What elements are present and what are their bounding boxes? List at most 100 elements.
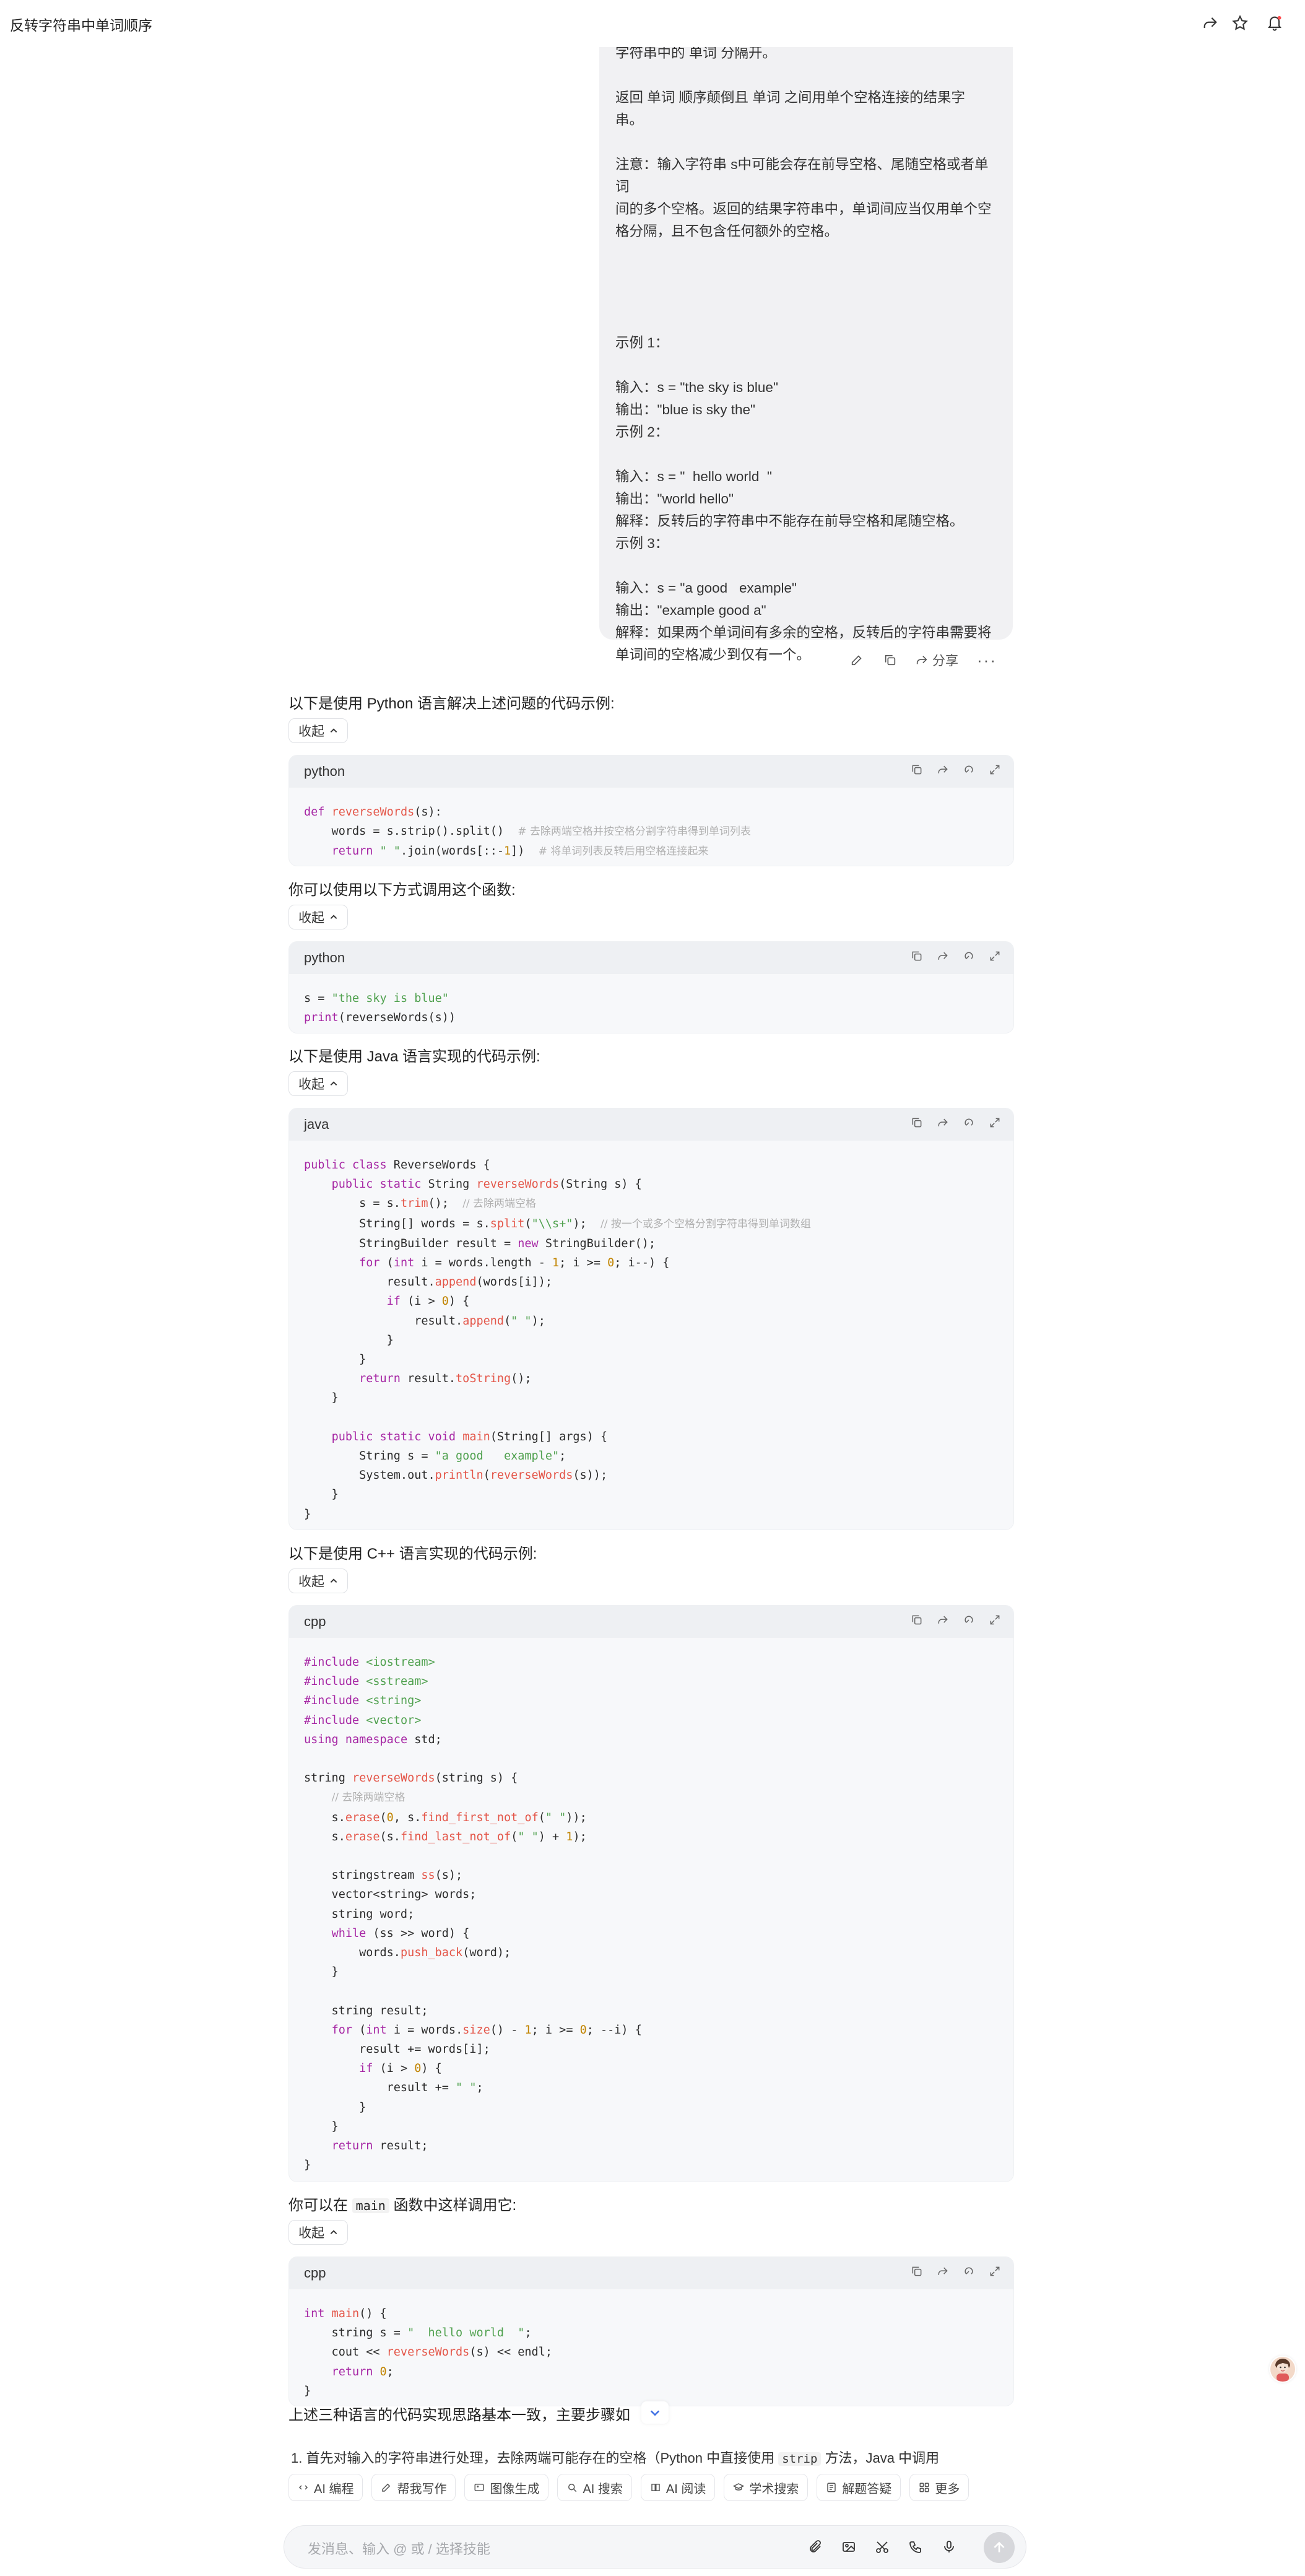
insert-code-icon[interactable]: [937, 2265, 949, 2278]
code-block-python-2: python s = "the sky is blue" print(rever…: [288, 941, 1014, 1033]
code-header: java: [289, 1108, 1013, 1141]
insert-code-icon[interactable]: [937, 1613, 949, 1627]
grid-icon: [919, 2482, 929, 2492]
arrow-up-icon: [994, 2541, 1005, 2552]
chat-scroll-area[interactable]: 字符串中的 单词 分隔开。 返回 单词 顺序颠倒且 单词 之间用单个空格连接的结…: [0, 47, 1305, 2462]
collapse-label: 收起: [298, 2226, 324, 2240]
code-language: python: [304, 950, 345, 965]
expand-icon[interactable]: [989, 2265, 1001, 2278]
reply-paragraph-java-intro: 以下是使用 Java 语言实现的代码示例:: [288, 1048, 540, 1065]
user-message-line: [615, 265, 997, 287]
share-message-button[interactable]: 分享: [915, 651, 958, 669]
skill-chip[interactable]: AI 编程: [288, 2474, 363, 2501]
skill-chip-label: 帮我写作: [397, 2482, 447, 2496]
code-header: cpp: [289, 1606, 1013, 1638]
run-code-icon[interactable]: [963, 763, 975, 777]
expand-icon[interactable]: [989, 949, 1001, 963]
run-code-icon[interactable]: [963, 1613, 975, 1627]
message-input-bar[interactable]: 发消息、输入 @ 或 / 选择技能: [284, 2525, 1026, 2569]
code-block-cpp-1: cpp #include <iostream> #include <sstrea…: [288, 1605, 1014, 2182]
scroll-down-button[interactable]: [641, 2401, 669, 2424]
user-message-line: 输出："world hello": [615, 491, 734, 507]
user-message-line: 示例 1：: [615, 335, 669, 350]
skill-chip[interactable]: AI 搜索: [557, 2474, 632, 2501]
search-icon: [568, 2484, 577, 2492]
collapse-button[interactable]: 收起: [288, 905, 348, 929]
run-code-icon[interactable]: [963, 949, 975, 963]
skill-chip-label: 解题答疑: [842, 2482, 892, 2496]
star-icon[interactable]: [1228, 11, 1252, 35]
chevron-up-icon: [330, 915, 337, 919]
skill-chip[interactable]: 学术搜索: [724, 2474, 809, 2501]
code-content[interactable]: def reverseWords(s): words = s.strip().s…: [289, 788, 1013, 866]
collapse-button[interactable]: 收起: [288, 2220, 348, 2245]
share-label: 分享: [932, 654, 958, 668]
collapse-label: 收起: [298, 724, 324, 739]
phone-icon[interactable]: [907, 2538, 924, 2556]
message-input-placeholder[interactable]: 发消息、输入 @ 或 / 选择技能: [308, 2538, 490, 2558]
user-message-line: [615, 443, 997, 466]
skill-chip[interactable]: 帮我写作: [371, 2474, 456, 2501]
assistant-avatar[interactable]: [1270, 2357, 1295, 2382]
skill-chip[interactable]: 图像生成: [464, 2474, 549, 2501]
user-message-line: 输出："example good a": [615, 603, 766, 618]
code-block-cpp-2: cpp int main() { string s = " hello worl…: [288, 2256, 1014, 2406]
code-header: python: [289, 942, 1013, 974]
user-message-line: [615, 243, 997, 265]
attachment-icon[interactable]: [807, 2538, 824, 2556]
step1-post: 方法，Java 中调用: [825, 2450, 940, 2466]
run-code-icon[interactable]: [963, 2265, 975, 2278]
share-icon[interactable]: [1199, 11, 1222, 35]
code-language: python: [304, 764, 345, 779]
expand-icon[interactable]: [989, 763, 1001, 777]
microphone-icon[interactable]: [940, 2538, 958, 2556]
user-message-line: [615, 64, 997, 87]
inline-code-strip: strip: [778, 2452, 822, 2466]
collapse-button[interactable]: 收起: [288, 1569, 348, 1593]
copy-code-icon[interactable]: [911, 1613, 923, 1627]
copy-code-icon[interactable]: [911, 949, 923, 963]
copy-code-icon[interactable]: [911, 1116, 923, 1129]
copy-icon[interactable]: [882, 651, 899, 669]
user-message-line: 示例 2：: [615, 424, 669, 440]
user-message-line: 示例 3：: [615, 536, 669, 551]
skill-chip[interactable]: AI 阅读: [640, 2474, 716, 2501]
run-code-icon[interactable]: [963, 1116, 975, 1129]
code-content[interactable]: #include <iostream> #include <sstream> #…: [289, 1638, 1013, 2182]
collapse-button[interactable]: 收起: [288, 718, 348, 743]
inline-code-main: main: [352, 2198, 389, 2213]
document-icon: [827, 2482, 836, 2492]
call-cpp-pre: 你可以在: [288, 2197, 348, 2214]
skill-chip[interactable]: 解题答疑: [817, 2474, 901, 2501]
chevron-down-icon: [650, 2410, 660, 2416]
insert-code-icon[interactable]: [937, 949, 949, 963]
expand-icon[interactable]: [989, 1613, 1001, 1627]
code-content[interactable]: public class ReverseWords { public stati…: [289, 1141, 1013, 1530]
image-icon[interactable]: [840, 2538, 857, 2556]
collapse-button[interactable]: 收起: [288, 1071, 348, 1096]
expand-icon[interactable]: [989, 1116, 1001, 1129]
copy-code-icon[interactable]: [911, 2265, 923, 2278]
notification-bell-icon[interactable]: [1263, 11, 1286, 35]
copy-code-icon[interactable]: [911, 763, 923, 777]
step1-pre: 1. 首先对输入的字符串进行处理，去除两端可能存在的空格（Python 中直接使…: [291, 2450, 775, 2466]
skill-chip[interactable]: 更多: [909, 2474, 969, 2501]
scissors-icon[interactable]: [874, 2538, 891, 2556]
insert-code-icon[interactable]: [937, 1116, 949, 1129]
collapse-label: 收起: [298, 911, 324, 925]
edit-icon[interactable]: [848, 651, 865, 669]
user-message-line: 间的多个空格。返回的结果字符串中，单词间应当仅用单个空: [615, 201, 992, 217]
user-message-line: [615, 131, 997, 154]
code-header: python: [289, 755, 1013, 788]
more-icon[interactable]: ···: [974, 651, 999, 669]
send-button[interactable]: [984, 2532, 1015, 2563]
reply-paragraph-python-call: 你可以使用以下方式调用这个函数:: [288, 882, 516, 899]
user-message-line: 格分隔，且不包含任何额外的空格。: [615, 224, 839, 239]
pen-icon: [382, 2483, 391, 2492]
insert-code-icon[interactable]: [937, 763, 949, 777]
code-content[interactable]: int main() { string s = " hello world ";…: [289, 2289, 1013, 2406]
chevron-up-icon: [330, 1578, 337, 1583]
message-actions: 分享 ···: [848, 648, 999, 672]
skill-chip-label: AI 搜索: [583, 2482, 623, 2496]
code-content[interactable]: s = "the sky is blue" print(reverseWords…: [289, 974, 1013, 1033]
